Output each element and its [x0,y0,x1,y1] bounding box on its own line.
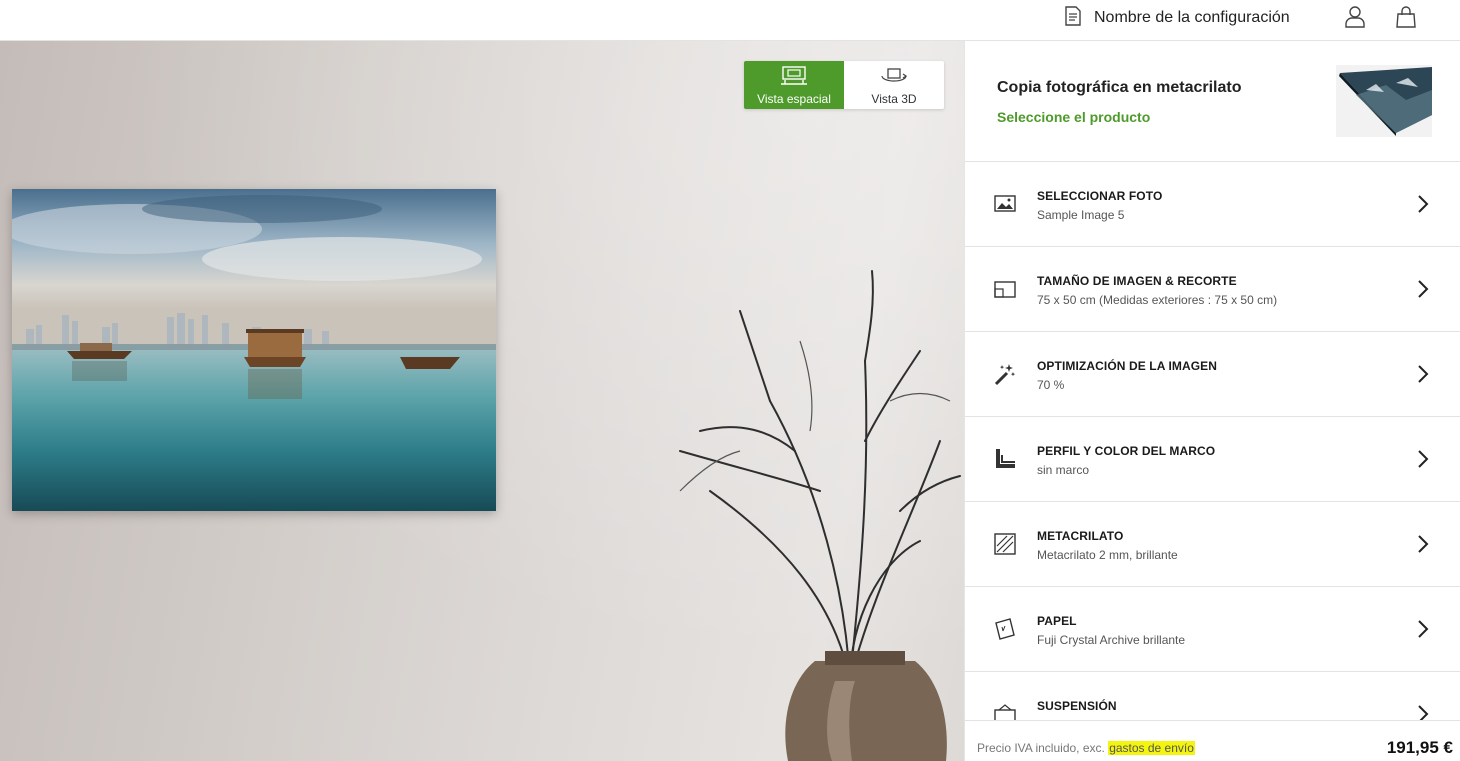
user-icon[interactable] [1345,6,1367,30]
hanging-icon [993,702,1017,720]
3d-rotate-icon [879,66,909,92]
room-view-label: Vista espacial [757,92,831,106]
room-view-icon [779,66,809,92]
option-hanging[interactable]: SUSPENSIÓN [965,672,1460,720]
option-title: PERFIL Y COLOR DEL MARCO [1037,444,1216,458]
crop-size-icon [993,277,1017,301]
option-title: PAPEL [1037,614,1077,628]
option-title: TAMAÑO DE IMAGEN & RECORTE [1037,274,1237,288]
top-bar: Nombre de la configuración [0,0,1460,41]
shopping-bag-icon[interactable] [1396,6,1418,30]
decorative-vase [679,270,961,761]
option-value: sin marco [1037,463,1090,477]
option-frame-profile[interactable]: PERFIL Y COLOR DEL MARCO sin marco [965,417,1460,502]
option-image-size-crop[interactable]: TAMAÑO DE IMAGEN & RECORTE 75 x 50 cm (M… [965,247,1460,332]
image-icon [993,192,1017,216]
view-toggle: Vista espacial Vista 3D [744,61,944,109]
price-footer: Precio IVA incluido, exc. gastos de enví… [965,720,1460,761]
option-value: 75 x 50 cm (Medidas exteriores : 75 x 50… [1037,293,1278,307]
room-view-button[interactable]: Vista espacial [744,61,844,109]
price-note: Precio IVA incluido, exc. gastos de enví… [977,741,1195,755]
chevron-right-icon [1415,534,1431,554]
3d-view-label: Vista 3D [871,92,917,106]
acrylic-glass-icon [993,532,1017,556]
photo-preview[interactable] [12,189,496,511]
option-value: Fuji Crystal Archive brillante [1037,633,1186,647]
3d-view-button[interactable]: Vista 3D [844,61,944,109]
option-image-optimization[interactable]: OPTIMIZACIÓN DE LA IMAGEN 70 % [965,332,1460,417]
price-note-text: Precio IVA incluido, exc. [977,741,1105,755]
option-value: Metacrilato 2 mm, brillante [1037,548,1178,562]
shipping-costs-link[interactable]: gastos de envío [1108,741,1195,755]
chevron-right-icon [1415,194,1431,214]
option-title: METACRILATO [1037,529,1124,543]
document-icon [1064,5,1082,31]
option-title: SELECCIONAR FOTO [1037,189,1163,203]
paper-icon [993,617,1017,641]
configuration-name: Nombre de la configuración [1094,9,1290,26]
options-list: SELECCIONAR FOTO Sample Image 5 TAMAÑO D… [965,162,1460,720]
chevron-right-icon [1415,449,1431,469]
configurator-panel: Copia fotográfica en metacrilato Selecci… [964,41,1460,761]
select-product-link[interactable]: Seleccione el producto [997,109,1150,125]
option-value: 70 % [1037,378,1065,392]
product-header: Copia fotográfica en metacrilato Selecci… [965,41,1460,162]
chevron-right-icon [1415,619,1431,639]
magic-wand-icon [993,362,1017,386]
total-price: 191,95 € [1386,738,1453,757]
configuration-name-link[interactable]: Nombre de la configuración [1064,5,1290,31]
product-thumbnail[interactable] [1336,65,1432,137]
option-paper[interactable]: PAPEL Fuji Crystal Archive brillante [965,587,1460,672]
chevron-right-icon [1415,364,1431,384]
chevron-right-icon [1415,279,1431,299]
option-title: SUSPENSIÓN [1037,699,1117,713]
chevron-right-icon [1415,704,1431,720]
option-acrylic-glass[interactable]: METACRILATO Metacrilato 2 mm, brillante [965,502,1460,587]
room-preview: Vista espacial Vista 3D [0,41,964,761]
option-value: Sample Image 5 [1037,208,1125,222]
option-title: OPTIMIZACIÓN DE LA IMAGEN [1037,359,1218,373]
product-title: Copia fotográfica en metacrilato [997,79,1242,96]
frame-profile-icon [993,447,1017,471]
option-select-photo[interactable]: SELECCIONAR FOTO Sample Image 5 [965,162,1460,247]
